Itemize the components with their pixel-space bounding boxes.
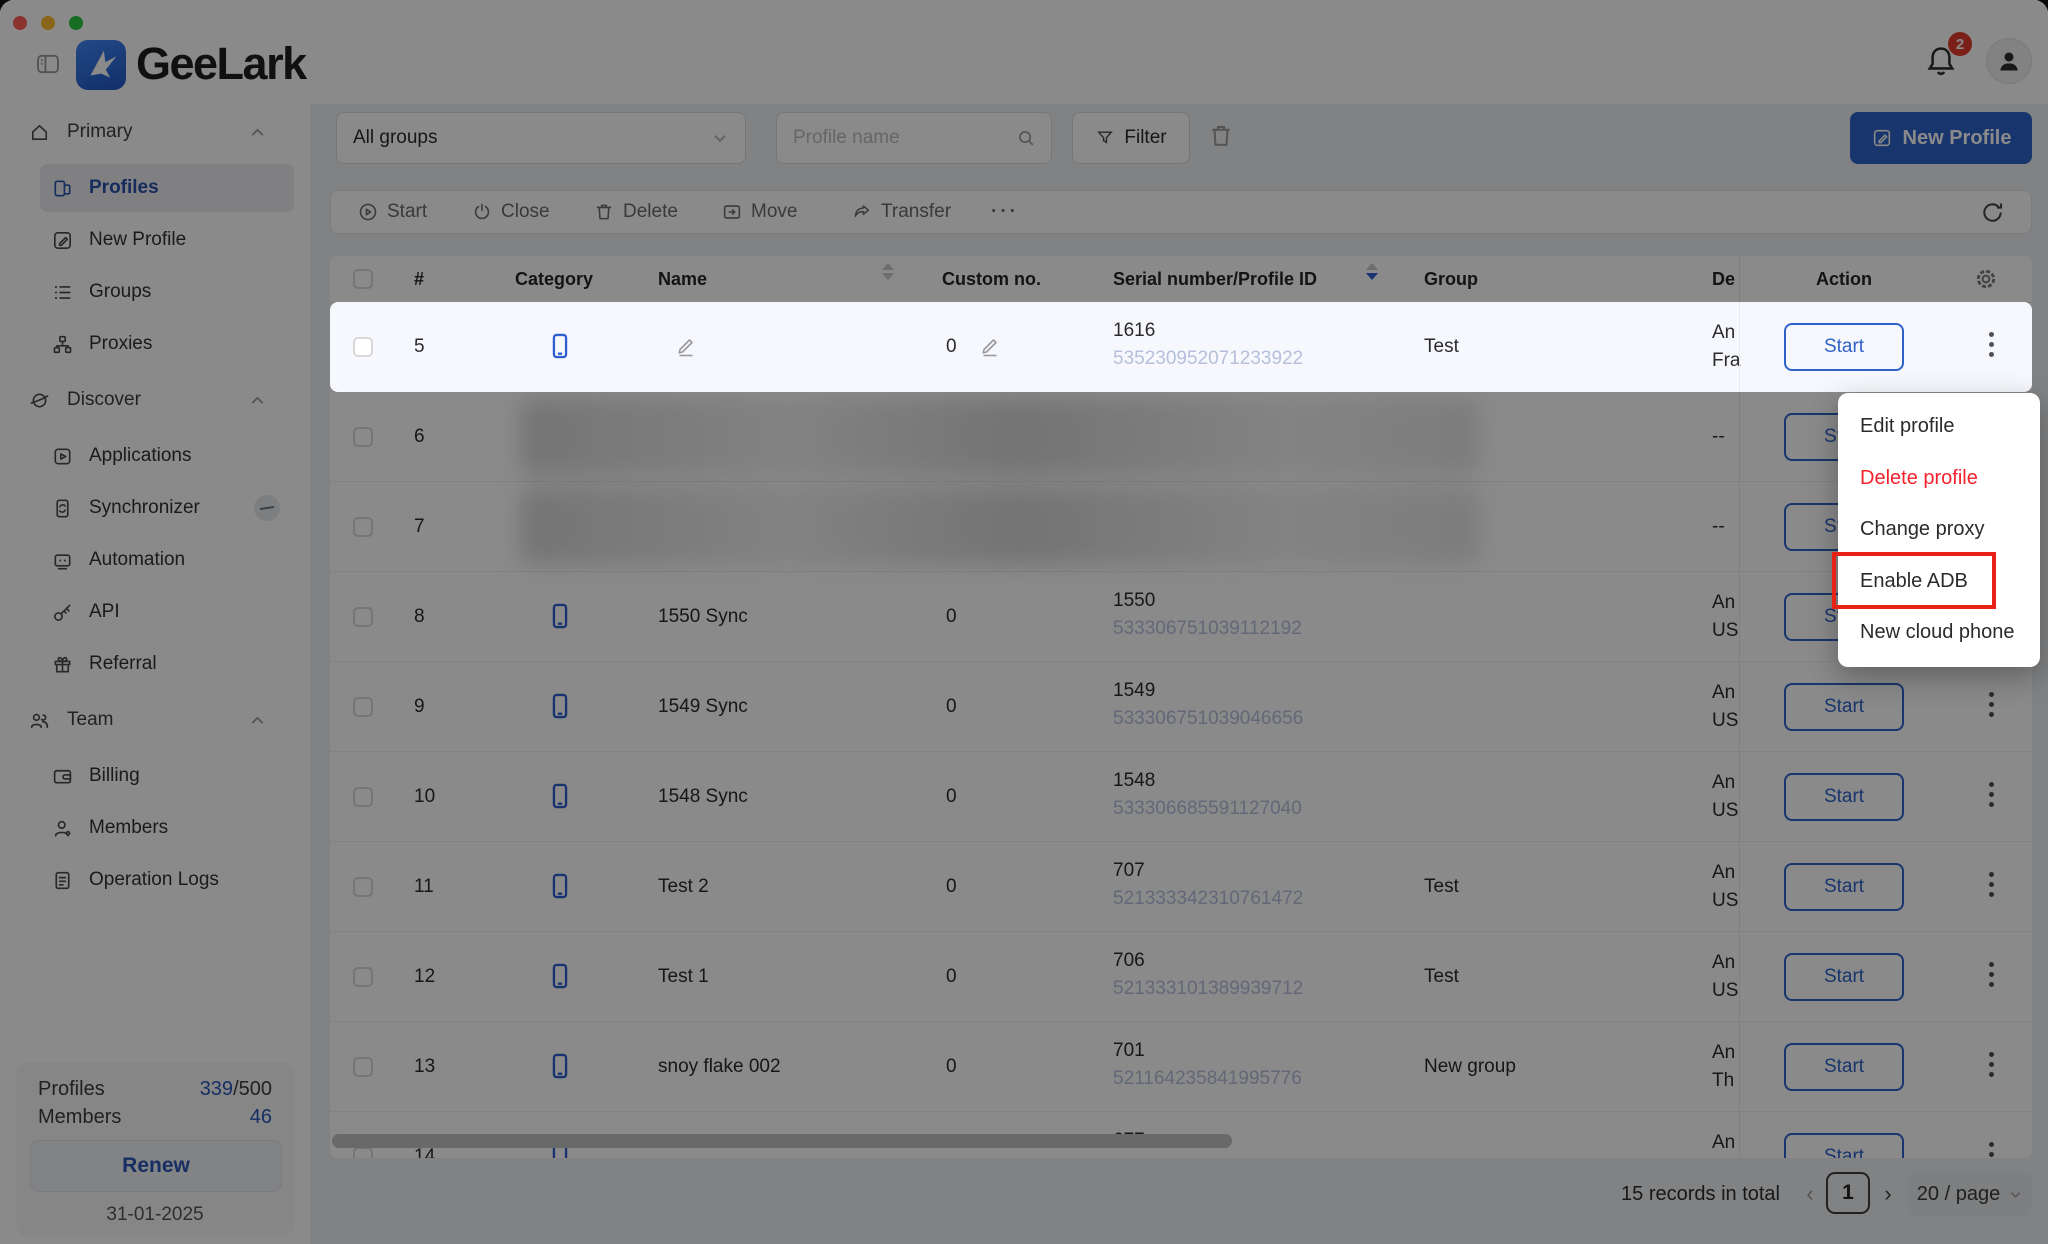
start-button[interactable]: Start — [1784, 323, 1904, 371]
phone-category-icon — [546, 330, 574, 367]
group-name: Test — [1424, 302, 1459, 392]
serial-number: 1616 — [1113, 318, 1303, 344]
menu-item-new-cloud-phone[interactable]: New cloud phone — [1838, 607, 2040, 659]
row-more-actions-icon[interactable] — [1983, 332, 2000, 357]
pencil-icon[interactable] — [978, 334, 1002, 363]
dim-overlay — [0, 0, 2048, 1244]
custom-number: 0 — [946, 302, 957, 392]
row-checkbox[interactable] — [353, 337, 373, 357]
fixed-column-divider — [1739, 302, 1740, 392]
menu-item-change-proxy[interactable]: Change proxy — [1838, 504, 2040, 556]
row-index: 5 — [414, 302, 425, 392]
device-info: AnFra — [1712, 319, 1742, 375]
annotation-rectangle — [1832, 552, 1996, 609]
highlighted-row[interactable]: 5 0 1616535230952071233922 Test AnFra Start — [330, 302, 2032, 392]
profile-id: 535230952071233922 — [1113, 344, 1303, 373]
highlighted-row-content: 5 0 1616535230952071233922 Test AnFra Start — [330, 302, 2032, 392]
menu-item-edit-profile[interactable]: Edit profile — [1838, 401, 2040, 453]
pencil-icon[interactable] — [674, 334, 698, 363]
serial-profile-id: 1616535230952071233922 — [1113, 318, 1303, 373]
geelark-window: GeeLark 2 PrimaryProfilesNew ProfileGrou… — [0, 0, 2048, 1244]
row-context-menu: Edit profileDelete profileChange proxyEn… — [1838, 393, 2040, 667]
menu-item-delete-profile[interactable]: Delete profile — [1838, 453, 2040, 505]
